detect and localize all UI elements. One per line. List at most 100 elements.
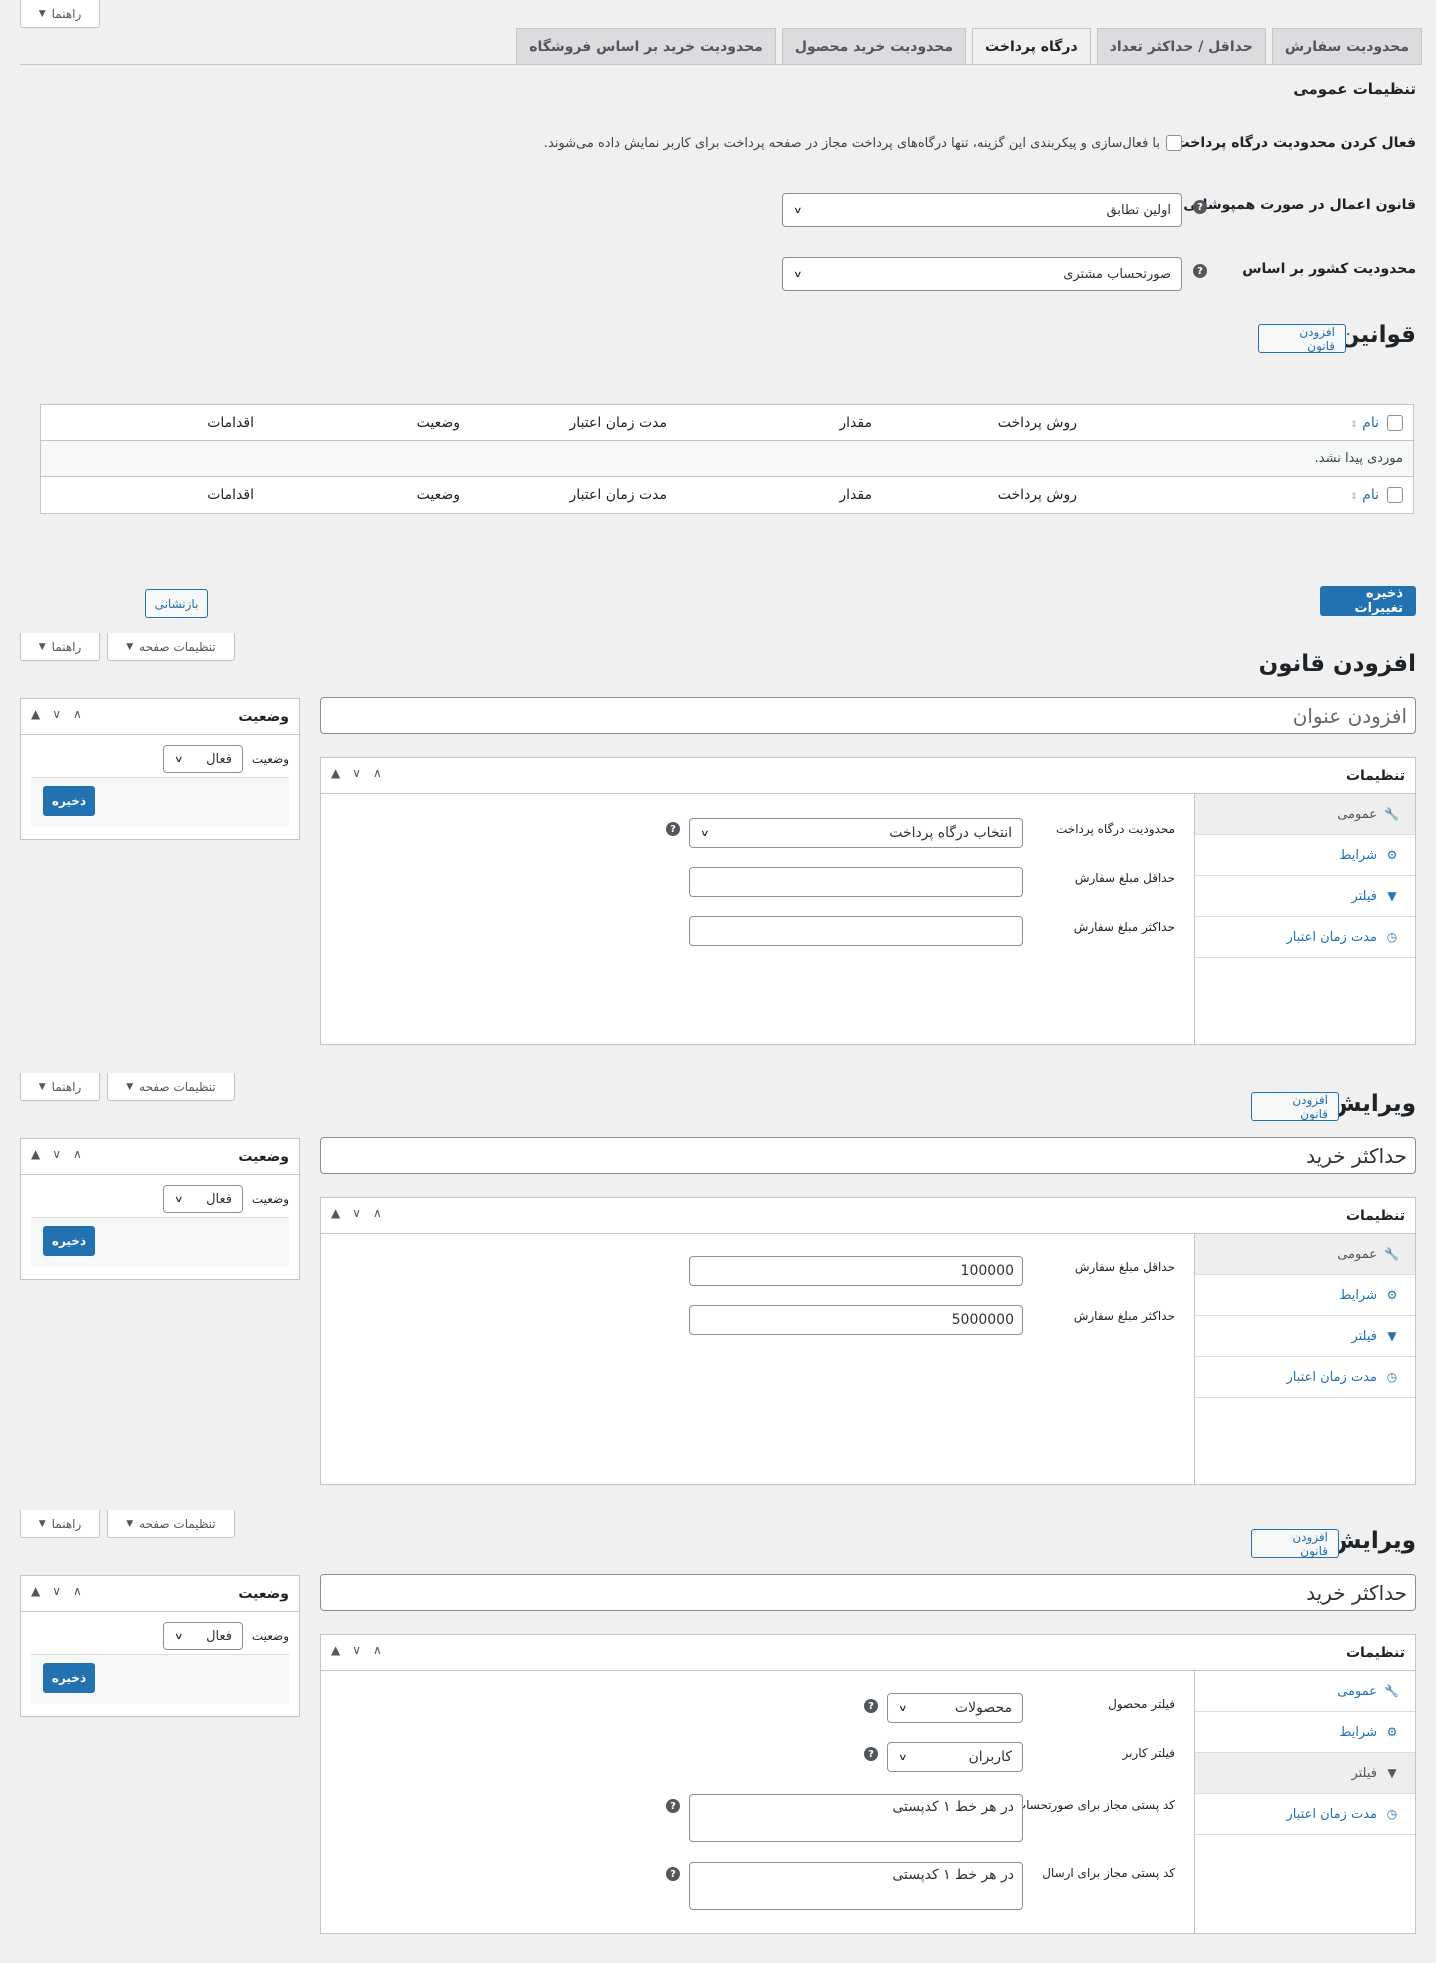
add-rule-button[interactable]: افزودن قانون (1258, 324, 1346, 353)
help-icon[interactable]: ? (1193, 264, 1207, 278)
screen-options-button[interactable]: تنظیمات صفحه ▼ (107, 1510, 235, 1538)
help-tab-button[interactable]: راهنما ▼ (20, 1073, 100, 1101)
section1-heading: افزودن قانون (1258, 651, 1416, 677)
collapse-icon[interactable]: ∧ (73, 1584, 82, 1598)
status-field-label: وضعیت (251, 1192, 289, 1206)
help-icon[interactable]: ? (864, 1699, 878, 1713)
move-up-icon[interactable]: ▲ (31, 1584, 40, 1598)
min-amount-input[interactable] (689, 867, 1023, 897)
save-changes-button[interactable]: ذخیره تغییرات (1320, 586, 1416, 616)
move-down-icon[interactable]: ∨ (52, 707, 61, 721)
add-rule-button[interactable]: افزودن قانون (1251, 1092, 1339, 1121)
status-select[interactable]: فعال ∨ (163, 1622, 243, 1650)
reset-button[interactable]: بازنشانی (145, 589, 208, 618)
save-button[interactable]: ذخیره (43, 1663, 95, 1693)
country-select[interactable]: صورتحساب مشتری ∨ (782, 257, 1182, 291)
name-column-header[interactable]: نام ⇕ (1350, 487, 1379, 503)
rule-title-input[interactable]: حداکثر خرید (320, 1574, 1416, 1611)
gateway-select[interactable]: انتخاب درگاه پرداخت ∨ (689, 818, 1023, 848)
box-controls[interactable]: ▲ ∨ ∧ (31, 1147, 82, 1161)
add-rule-button[interactable]: افزودن قانون (1251, 1529, 1339, 1558)
tab-conditions-label: شرایط (1339, 1287, 1377, 1303)
name-column-header[interactable]: نام ⇕ (1350, 415, 1379, 431)
section3-heading: ویرایش (1329, 1528, 1416, 1554)
help-icon[interactable]: ? (666, 822, 680, 836)
box-controls[interactable]: ▲ ∨ ∧ (331, 1206, 382, 1220)
save-button[interactable]: ذخیره (43, 1226, 95, 1256)
collapse-icon[interactable]: ∧ (373, 1206, 382, 1220)
shipping-zip-textarea[interactable]: در هر خط ۱ کدپستی (689, 1862, 1023, 1910)
rule-title-input[interactable]: حداکثر خرید (320, 1137, 1416, 1174)
help-tab-button[interactable]: راهنما ▼ (20, 1510, 100, 1538)
tab-filter[interactable]: ▼ فیلتر (1195, 1753, 1415, 1794)
overlap-select[interactable]: اولین تطابق ∨ (782, 193, 1182, 227)
chevron-down-icon: ∨ (700, 827, 710, 839)
collapse-icon[interactable]: ∧ (73, 707, 82, 721)
wrench-icon: 🔧 (1384, 807, 1399, 821)
collapse-icon[interactable]: ∧ (73, 1147, 82, 1161)
name-column-label: نام (1362, 487, 1379, 503)
tab-validity[interactable]: ◷ مدت زمان اعتبار (1195, 917, 1415, 958)
tab-order-limit[interactable]: محدودیت سفارش (1271, 28, 1422, 64)
help-icon[interactable]: ? (666, 1799, 680, 1813)
box-controls[interactable]: ▲ ∨ ∧ (31, 707, 82, 721)
move-up-icon[interactable]: ▲ (31, 707, 40, 721)
rules-table: نام ⇕ روش پرداخت مقدار مدت زمان اعتبار و… (40, 404, 1414, 514)
box-controls[interactable]: ▲ ∨ ∧ (331, 1643, 382, 1657)
move-down-icon[interactable]: ∨ (352, 1206, 361, 1220)
tab-conditions[interactable]: ⚙ شرایط (1195, 1712, 1415, 1753)
tab-conditions[interactable]: ⚙ شرایط (1195, 835, 1415, 876)
move-down-icon[interactable]: ∨ (352, 1643, 361, 1657)
tab-filter[interactable]: ▼ فیلتر (1195, 1316, 1415, 1357)
help-icon[interactable]: ? (1193, 200, 1207, 214)
triangle-down-icon: ▼ (38, 1081, 46, 1092)
help-tab-button[interactable]: راهنما ▼ (20, 633, 100, 661)
box-controls[interactable]: ▲ ∨ ∧ (31, 1584, 82, 1598)
move-up-icon[interactable]: ▲ (31, 1147, 40, 1161)
save-button[interactable]: ذخیره (43, 786, 95, 816)
product-filter-value: محصولات (954, 1700, 1012, 1716)
select-all-checkbox[interactable] (1387, 415, 1403, 431)
collapse-icon[interactable]: ∧ (373, 1643, 382, 1657)
tab-store-limit[interactable]: محدودیت خرید بر اساس فروشگاه (516, 28, 776, 64)
status-select[interactable]: فعال ∨ (163, 1185, 243, 1213)
tab-general[interactable]: 🔧 عمومی (1195, 794, 1415, 835)
collapse-icon[interactable]: ∧ (373, 766, 382, 780)
max-amount-input[interactable] (689, 916, 1023, 946)
tab-payment-gateway[interactable]: درگاه پرداخت (972, 28, 1091, 65)
tab-general[interactable]: 🔧 عمومی (1195, 1671, 1415, 1712)
billing-zip-textarea[interactable]: در هر خط ۱ کدپستی (689, 1794, 1023, 1842)
tab-validity-label: مدت زمان اعتبار (1286, 1369, 1378, 1385)
empty-message: موردی پیدا نشد. (1314, 451, 1403, 466)
min-amount-input[interactable]: 100000 (689, 1256, 1023, 1286)
box-controls[interactable]: ▲ ∨ ∧ (331, 766, 382, 780)
enable-gateway-checkbox[interactable] (1166, 135, 1182, 151)
tab-min-max-qty[interactable]: حداقل / حداکثر تعداد (1096, 28, 1266, 64)
product-filter-select[interactable]: محصولات ∨ (887, 1693, 1023, 1723)
rule-title-input[interactable]: افزودن عنوان (320, 697, 1416, 734)
tab-validity-label: مدت زمان اعتبار (1286, 1806, 1378, 1822)
tab-filter[interactable]: ▼ فیلتر (1195, 876, 1415, 917)
tab-general[interactable]: 🔧 عمومی (1195, 1234, 1415, 1275)
tab-filter-label: فیلتر (1351, 888, 1377, 904)
settings-box: تنظیمات ▲ ∨ ∧ 🔧 عمومی ⚙ شرایط ▼ فیلتر ◷ مدت زم… (320, 1197, 1416, 1485)
move-up-icon[interactable]: ▲ (331, 1643, 340, 1657)
help-icon[interactable]: ? (864, 1747, 878, 1761)
move-down-icon[interactable]: ∨ (52, 1584, 61, 1598)
tab-validity[interactable]: ◷ مدت زمان اعتبار (1195, 1794, 1415, 1835)
help-icon[interactable]: ? (666, 1867, 680, 1881)
tab-product-limit[interactable]: محدودیت خرید محصول (781, 28, 967, 64)
move-down-icon[interactable]: ∨ (352, 766, 361, 780)
screen-options-button[interactable]: تنظیمات صفحه ▼ (107, 633, 235, 661)
status-select[interactable]: فعال ∨ (163, 745, 243, 773)
tab-validity[interactable]: ◷ مدت زمان اعتبار (1195, 1357, 1415, 1398)
move-up-icon[interactable]: ▲ (331, 1206, 340, 1220)
user-filter-select[interactable]: کاربران ∨ (887, 1742, 1023, 1772)
select-all-checkbox[interactable] (1387, 487, 1403, 503)
max-amount-input[interactable]: 5000000 (689, 1305, 1023, 1335)
screen-options-button[interactable]: تنظیمات صفحه ▼ (107, 1073, 235, 1101)
move-up-icon[interactable]: ▲ (331, 766, 340, 780)
tab-conditions[interactable]: ⚙ شرایط (1195, 1275, 1415, 1316)
move-down-icon[interactable]: ∨ (52, 1147, 61, 1161)
help-tab-button[interactable]: راهنما ▼ (20, 0, 100, 28)
